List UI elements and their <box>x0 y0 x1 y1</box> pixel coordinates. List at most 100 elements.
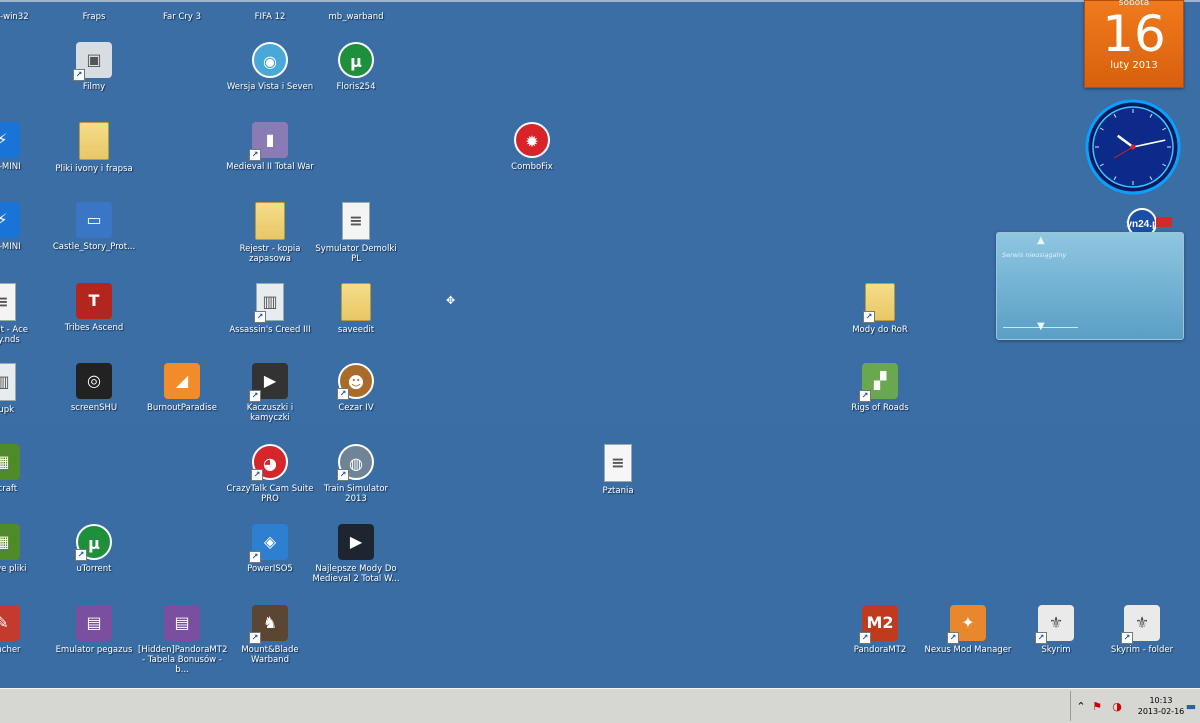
winrar-icon: ▤ <box>164 605 200 641</box>
desktop-icon-label: Floris254 <box>336 82 376 92</box>
desktop-icon-train-simulator-2013[interactable]: ◍ ↗ Train Simulator 2013 <box>312 444 400 504</box>
desktop-icon-mb-warband[interactable]: mb_warband <box>312 0 400 22</box>
globe-icon: ◉ <box>252 42 288 78</box>
desktop-icon-label: ComboFix <box>511 162 553 172</box>
desktop-icon-medieval-ii-total-war[interactable]: ▮ ↗ Medieval II Total War <box>226 122 314 172</box>
document-icon: ≡ <box>342 202 370 240</box>
desktop-icon-fifa-12[interactable]: FIFA 12 <box>226 0 314 22</box>
desktop-icon-najlepsze-mody-do-medieval-2-total-w[interactable]: ▶ Najlepsze Mody Do Medieval 2 Total W... <box>312 524 400 584</box>
desktop-icon-fraps[interactable]: Fraps <box>50 0 138 22</box>
system-tray: ⌃ ⚑ ◑ 10:13 2013-02-16 ▬ <box>1070 691 1200 721</box>
shortcut-arrow-icon: ↗ <box>1121 632 1133 644</box>
desktop-icon-necraft[interactable]: ▦ necraft <box>0 444 46 494</box>
desktop-icon-0-9-8-win32[interactable]: -0.9.8-win32 <box>0 0 46 22</box>
desktop-icon-rejestr-kopia-zapasowa[interactable]: Rejestr - kopia zapasowa <box>226 202 314 264</box>
tvn-logo-text: tvn24.pl <box>1126 219 1161 230</box>
desktop-icon-kaczuszki-i-kamyczki[interactable]: ▶ ↗ Kaczuszki i kamyczki <box>226 363 314 423</box>
desktop-icon-label: Cezar IV <box>338 403 374 413</box>
desktop-icon-hidden-pandoramt2-tabela-bonus-w-b[interactable]: ▤ [Hidden]PandoraMT2 - Tabela Bonusów - b… <box>138 605 228 675</box>
desktop-icon-label: Mount&Blade Warband <box>241 645 299 665</box>
desktop-icon-wersja-vista-i-seven[interactable]: ◉ Wersja Vista i Seven <box>226 42 314 92</box>
desktop-icon-nexus-mod-manager[interactable]: ✦ ↗ Nexus Mod Manager <box>924 605 1012 655</box>
poweriso-icon: ◈ ↗ <box>249 524 288 563</box>
desktop-icon-wright-ace-rney-nds[interactable]: ≡ Wright - Ace rney.nds <box>0 283 46 345</box>
desktop-icon-tribes-ascend[interactable]: T Tribes Ascend <box>50 283 138 333</box>
desktop-icon-label: Far Cry 3 <box>162 12 202 22</box>
utorrent-icon: µ ↗ <box>75 524 112 561</box>
desktop-icon-emulator-pegazus[interactable]: ▤ Emulator pegazus <box>50 605 138 655</box>
desktop-icon-mount-blade-warband[interactable]: ♞ ↗ Mount&Blade Warband <box>226 605 314 665</box>
shortcut-arrow-icon: ↗ <box>859 632 871 644</box>
shortcut-arrow-icon: ↗ <box>863 311 875 323</box>
tray-date: 2013-02-16 <box>1137 707 1185 716</box>
desktop-icon-castle-story-prot[interactable]: ▭ Castle_Story_Prot... <box>50 202 138 252</box>
shortcut-arrow-icon: ↗ <box>249 551 261 563</box>
desktop-icon-label: mb_warband <box>328 12 384 22</box>
desktop-icon-rigs-of-roads[interactable]: ▞ ↗ Rigs of Roads <box>836 363 924 413</box>
desktop-icon-label: Tribes Ascend <box>64 323 124 333</box>
clock-gadget[interactable] <box>1084 98 1182 196</box>
flag-icon[interactable]: ⚑ <box>1091 701 1103 713</box>
desktop-icon-label: aftowe pliki <box>0 564 27 574</box>
shortcut-arrow-icon: ↗ <box>249 149 261 161</box>
desktop-icon-mw-mini[interactable]: ⚡ MW-MINI <box>0 202 46 252</box>
desktop-icon-bupk[interactable]: ▥ -bupk <box>0 363 46 415</box>
tribes-icon: T <box>76 283 112 319</box>
lips-icon: ◕ ↗ <box>251 444 288 481</box>
desktop[interactable]: -0.9.8-win32 Fraps Far Cry 3 FIFA 12 mb_warb… <box>0 0 1200 688</box>
desktop-icon-pztania[interactable]: ≡ Pztania <box>574 444 662 496</box>
shortcut-arrow-icon: ↗ <box>73 69 85 81</box>
desktop-icon-label: FIFA 12 <box>254 12 286 22</box>
tray-clock[interactable]: 10:13 2013-02-16 <box>1135 695 1187 717</box>
desktop-icon-aftowe-pliki[interactable]: ▦ aftowe pliki <box>0 524 46 574</box>
desktop-icon-mody-do-ror[interactable]: ↗ Mody do RoR <box>836 283 924 335</box>
desktop-icon-pliki-ivony-i-frapsa[interactable]: Pliki ivony i frapsa <box>50 122 138 174</box>
desktop-icon-label: Najlepsze Mody Do Medieval 2 Total W... <box>312 564 400 584</box>
desktop-icon-burnoutparadise[interactable]: ◢ BurnoutParadise <box>138 363 226 413</box>
scroll-down-icon[interactable]: ▼ <box>1037 321 1045 332</box>
desktop-icon-screenshu[interactable]: ◎ screenSHU <box>50 363 138 413</box>
shortcut-arrow-icon: ↗ <box>337 388 349 400</box>
news-gadget[interactable]: ▲ Serwis nieosiągalny ▼ <box>996 232 1184 340</box>
winrar-icon: ▤ <box>76 605 112 641</box>
lightning-icon: ⚡ <box>0 122 20 158</box>
desktop-icon-combofix[interactable]: ✹ ComboFix <box>488 122 576 172</box>
folder-icon <box>255 202 285 240</box>
desktop-icon-saveedit[interactable]: saveedit <box>312 283 400 335</box>
desktop-icon-skyrim[interactable]: ⚜ ↗ Skyrim <box>1012 605 1100 655</box>
shortcut-arrow-icon: ↗ <box>1035 632 1047 644</box>
train-icon: ◍ ↗ <box>337 444 374 481</box>
desktop-icon-skyrim-folder[interactable]: ⚜ ↗ Skyrim - folder <box>1098 605 1186 655</box>
desktop-icon-label: Nexus Mod Manager <box>924 645 1012 655</box>
desktop-icon-launcher[interactable]: ✎ launcher <box>0 605 46 655</box>
desktop-icon-symulator-demolki-pl[interactable]: ≡ Symulator Demolki PL <box>312 202 400 264</box>
desktop-icon-label: Wersja Vista i Seven <box>226 82 314 92</box>
desktop-icon-poweriso5[interactable]: ◈ ↗ PowerISO5 <box>226 524 314 574</box>
skyrim-icon: ⚜ ↗ <box>1035 605 1074 644</box>
desktop-icon-label: [Hidden]PandoraMT2 - Tabela Bonusów - b.… <box>138 645 228 675</box>
desktop-icon[interactable]: ▬ <box>1185 701 1197 713</box>
desktop-icon-cezar-iv[interactable]: ☻ ↗ Cezar IV <box>312 363 400 413</box>
desktop-icon-far-cry-3[interactable]: Far Cry 3 <box>138 0 226 22</box>
desktop-icon-label: launcher <box>0 645 21 655</box>
desktop-icon-label: screenSHU <box>70 403 118 413</box>
desktop-icon-floris254[interactable]: µ Floris254 <box>312 42 400 92</box>
skyrim-icon: ⚜ ↗ <box>1121 605 1160 644</box>
desktop-icon-mw-mini[interactable]: ⚡ MW-MINI <box>0 122 46 172</box>
desktop-icon-crazytalk-cam-suite-pro[interactable]: ◕ ↗ CrazyTalk Cam Suite PRO <box>226 444 314 504</box>
desktop-icon-pandoramt2[interactable]: M2 ↗ PandoraMT2 <box>836 605 924 655</box>
minecraft-icon: ▦ <box>0 444 20 480</box>
move-cursor-icon: ✥ <box>446 294 456 307</box>
desktop-icon-assassin-s-creed-iii[interactable]: ▥ ↗ Assassin's Creed III <box>226 283 314 335</box>
desktop-icon-utorrent[interactable]: µ ↗ uTorrent <box>50 524 138 574</box>
scroll-up-icon[interactable]: ▲ <box>1037 235 1045 246</box>
shortcut-arrow-icon: ↗ <box>251 469 263 481</box>
desktop-icon-filmy[interactable]: ▣ ↗ Filmy <box>50 42 138 92</box>
volume-icon[interactable]: ◑ <box>1111 701 1123 713</box>
window-icon: ▥ <box>0 363 16 401</box>
utorrent-icon: µ <box>338 42 374 78</box>
show-hidden-icon[interactable]: ⌃ <box>1075 701 1087 713</box>
calendar-gadget[interactable]: sobota 16 luty 2013 <box>1084 0 1184 88</box>
desktop-icon-label: Train Simulator 2013 <box>323 484 389 504</box>
desktop-icon-label: Filmy <box>82 82 106 92</box>
